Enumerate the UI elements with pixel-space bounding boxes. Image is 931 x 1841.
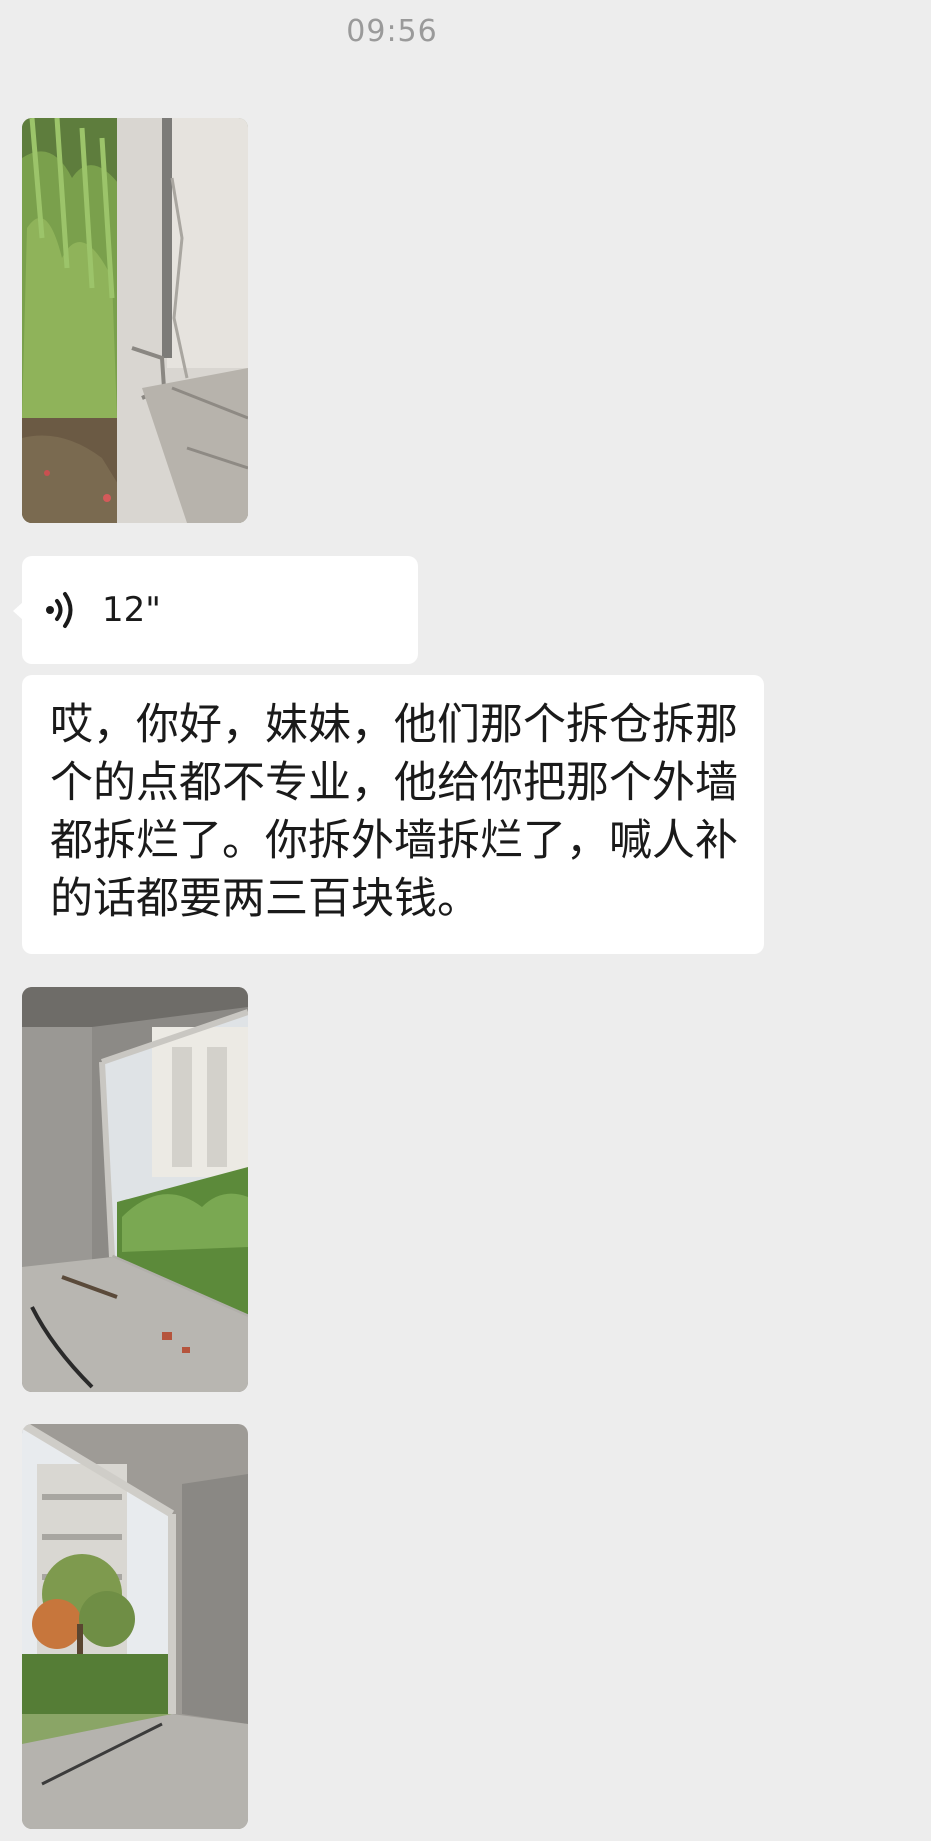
text-message-content: 哎，你好，妹妹，他们那个拆仓拆那个的点都不专业，他给你把那个外墙都拆烂了。你拆外… — [50, 700, 738, 924]
image-message-2[interactable] — [22, 987, 248, 1392]
text-message-bubble[interactable]: 哎，你好，妹妹，他们那个拆仓拆那个的点都不专业，他给你把那个外墙都拆烂了。你拆外… — [22, 675, 764, 954]
voice-message-bubble[interactable]: 12" — [13, 556, 418, 664]
message-timestamp: 09:56 — [346, 14, 438, 49]
image-message-1[interactable] — [22, 118, 248, 523]
image-message-3[interactable] — [22, 1424, 248, 1829]
photo-cracked-wall — [22, 118, 248, 523]
photo-window-garden-view — [22, 1424, 248, 1829]
voice-duration-label: 12" — [102, 590, 161, 630]
photo-broken-window-interior — [22, 987, 248, 1392]
voice-wave-icon — [46, 592, 73, 628]
